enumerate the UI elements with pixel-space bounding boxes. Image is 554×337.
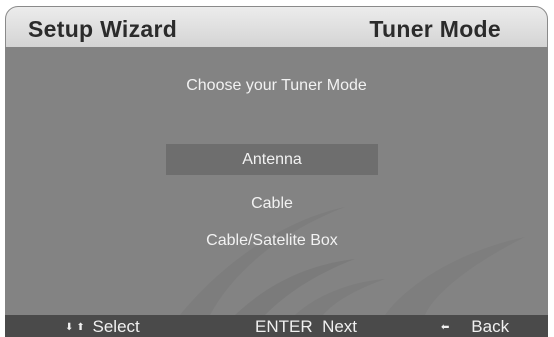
back-hint: ⬅ Back: [441, 317, 509, 337]
content-panel: Choose your Tuner Mode Antenna Cable Cab…: [5, 47, 548, 315]
setup-wizard-screen: Setup Wizard Tuner Mode Choose your Tune…: [0, 0, 554, 337]
tuner-prompt: Choose your Tuner Mode: [186, 77, 367, 94]
select-hint: ⬇ ⬆ Select: [65, 317, 140, 337]
arrow-down-icon: ⬇: [65, 322, 74, 333]
next-label: Next: [322, 317, 358, 336]
arrow-up-icon: ⬆: [76, 322, 85, 333]
enter-hint: ENTER Next: [255, 317, 357, 337]
back-label: Back: [471, 317, 510, 336]
option-cable[interactable]: Cable: [166, 188, 378, 219]
wizard-title: Setup Wizard: [28, 16, 178, 42]
wizard-header: Setup Wizard Tuner Mode: [5, 6, 548, 48]
option-cable-satellite-box[interactable]: Cable/Satelite Box: [166, 225, 378, 256]
page-title: Tuner Mode: [369, 16, 501, 42]
enter-key-label: ENTER: [255, 317, 313, 336]
select-label: Select: [92, 317, 140, 336]
option-antenna[interactable]: Antenna: [166, 144, 378, 175]
footer-hint-bar: ⬇ ⬆ Select ENTER Next ⬅ Back: [5, 315, 548, 337]
arrow-left-icon: ⬅: [441, 322, 450, 333]
